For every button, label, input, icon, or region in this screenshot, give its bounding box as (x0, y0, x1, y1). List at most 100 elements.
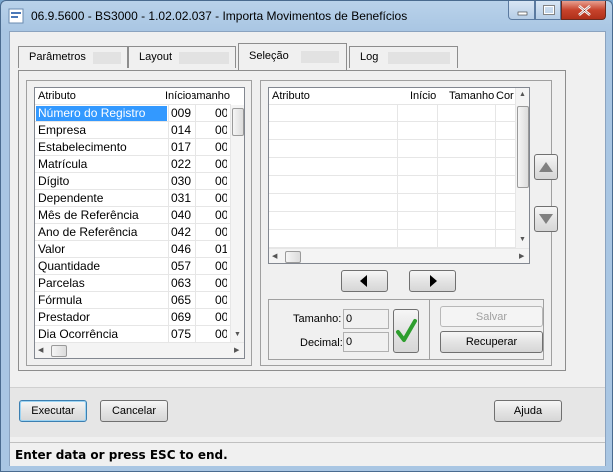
size-field[interactable]: 0 (343, 309, 389, 329)
minimize-button[interactable] (508, 1, 535, 20)
confirm-size-button[interactable] (393, 309, 419, 353)
column-separator (495, 195, 496, 213)
available-attributes-grid[interactable]: Atributo Início Tamanho Número do Regist… (34, 87, 245, 359)
cell-size: 00 (215, 259, 227, 273)
table-row[interactable]: Fórmula 065 00 (35, 292, 230, 309)
table-row[interactable]: Matrícula 022 00 (35, 156, 230, 173)
decimal-label: Decimal: (300, 337, 343, 349)
scroll-thumb[interactable] (232, 108, 244, 136)
move-left-button[interactable] (341, 270, 388, 292)
scroll-right-icon[interactable]: ▶ (519, 253, 524, 261)
tab-selecao[interactable]: Seleção (238, 43, 347, 70)
scroll-down-icon[interactable]: ▼ (234, 331, 241, 339)
cell-attr: Quantidade (38, 259, 101, 273)
vertical-scrollbar[interactable]: ▼ (230, 105, 244, 342)
panel-divider (429, 300, 430, 359)
help-button[interactable]: Ajuda (494, 400, 562, 422)
grid-header: Atributo Início Tamanho (35, 88, 231, 105)
close-button[interactable] (561, 1, 606, 20)
table-row[interactable] (269, 123, 515, 141)
table-row[interactable]: Quantidade 057 00 (35, 258, 230, 275)
scroll-left-icon[interactable]: ◀ (272, 253, 277, 261)
scroll-thumb[interactable] (517, 106, 529, 188)
scroll-down-icon[interactable]: ▼ (519, 236, 526, 244)
column-separator (437, 195, 438, 213)
table-row[interactable] (269, 195, 515, 213)
recover-button[interactable]: Recuperar (440, 331, 543, 353)
table-row[interactable]: Ano de Referência 042 00 (35, 224, 230, 241)
scroll-left-icon[interactable]: ◀ (38, 347, 43, 355)
scroll-thumb[interactable] (285, 251, 301, 263)
column-separator (168, 139, 169, 156)
tab-label: Seleção (249, 50, 289, 62)
table-row[interactable]: Dia Ocorrência 075 00 (35, 326, 230, 343)
column-separator (397, 195, 398, 213)
tab-log[interactable]: Log (349, 46, 458, 68)
column-separator (437, 231, 438, 249)
column-separator (195, 173, 196, 190)
title-bar[interactable]: 06.9.5600 - BS3000 - 1.02.02.037 - Impor… (1, 1, 612, 31)
cell-start: 057 (171, 259, 192, 273)
horizontal-scrollbar[interactable]: ◀ ▶ (35, 342, 244, 358)
execute-button[interactable]: Executar (19, 400, 87, 422)
table-row[interactable]: Mês de Referência 040 00 (35, 207, 230, 224)
save-button[interactable]: Salvar (440, 306, 543, 327)
tab-shade (388, 52, 450, 64)
table-row[interactable] (269, 177, 515, 195)
table-row[interactable]: Empresa 014 00 (35, 122, 230, 139)
scroll-right-icon[interactable]: ▶ (234, 347, 239, 355)
table-row[interactable]: Dependente 031 00 (35, 190, 230, 207)
cell-attr: Dígito (38, 174, 70, 188)
table-row[interactable] (269, 159, 515, 177)
column-separator (195, 292, 196, 309)
column-separator (168, 190, 169, 207)
cell-size: 00 (215, 157, 227, 171)
move-right-button[interactable] (409, 270, 456, 292)
column-separator (495, 105, 496, 123)
column-separator (397, 141, 398, 159)
column-separator (437, 141, 438, 159)
cancel-button[interactable]: Cancelar (100, 400, 168, 422)
table-row[interactable] (269, 213, 515, 231)
decimal-field[interactable]: 0 (343, 332, 389, 352)
tab-panel-selecao: Atributo Início Tamanho Número do Regist… (18, 70, 566, 371)
scroll-up-icon[interactable]: ▲ (519, 91, 526, 99)
table-row[interactable]: Prestador 069 00 (35, 309, 230, 326)
move-down-button[interactable] (534, 206, 558, 232)
scroll-thumb[interactable] (51, 345, 67, 357)
header-extra: Cor (496, 90, 514, 102)
cell-attr: Prestador (38, 310, 91, 324)
column-separator (495, 177, 496, 195)
selected-attributes-grid[interactable]: Atributo Início Tamanho Cor ▲ ▼ ◀ ▶ (268, 87, 530, 264)
table-row[interactable]: Estabelecimento 017 00 (35, 139, 230, 156)
horizontal-scrollbar[interactable]: ◀ ▶ (269, 248, 529, 263)
cell-attr: Valor (38, 242, 66, 256)
column-separator (397, 105, 398, 123)
column-separator (195, 326, 196, 343)
cell-start: 009 (171, 106, 192, 120)
column-separator (437, 213, 438, 231)
table-row[interactable]: Valor 046 01 (35, 241, 230, 258)
column-separator (495, 231, 496, 249)
table-row[interactable]: Parcelas 063 00 (35, 275, 230, 292)
tab-parametros[interactable]: Parâmetros (18, 46, 128, 68)
column-separator (195, 224, 196, 241)
tab-layout[interactable]: Layout (128, 46, 236, 68)
column-separator (397, 123, 398, 141)
size-value: 0 (346, 313, 353, 325)
table-row[interactable] (269, 105, 515, 123)
table-row[interactable] (269, 141, 515, 159)
table-row[interactable]: Dígito 030 00 (35, 173, 230, 190)
column-separator (168, 241, 169, 258)
cell-size: 00 (215, 140, 227, 154)
maximize-button[interactable] (535, 1, 561, 20)
table-row[interactable] (269, 231, 515, 249)
tab-label: Layout (139, 51, 173, 63)
column-separator (168, 275, 169, 292)
move-up-button[interactable] (534, 154, 558, 180)
cell-size: 00 (215, 276, 227, 290)
column-separator (168, 326, 169, 343)
table-row[interactable]: Número do Registro 009 00 (35, 105, 230, 122)
cell-attr: Fórmula (38, 293, 83, 307)
vertical-scrollbar[interactable]: ▲ ▼ (515, 88, 529, 248)
